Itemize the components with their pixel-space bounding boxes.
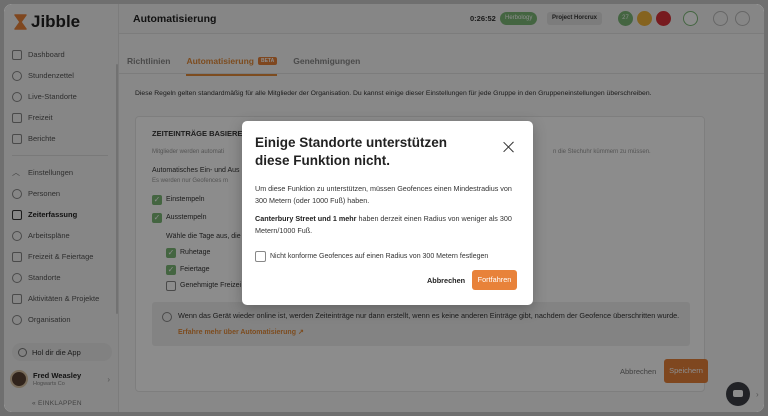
dialog-cancel-button[interactable]: Abbrechen — [427, 276, 465, 285]
dialog-paragraph-2: Canterbury Street und 1 mehr haben derze… — [255, 214, 512, 235]
set-radius-label[interactable]: Nicht konforme Geofences auf einen Radiu… — [270, 253, 488, 260]
dialog-title: Einige Standorte unterstützen diese Funk… — [255, 135, 448, 168]
unsupported-locations-dialog: Einige Standorte unterstützen diese Funk… — [242, 121, 533, 305]
continue-button[interactable]: Fortfahren — [472, 270, 517, 290]
dialog-paragraph-1: Um diese Funktion zu unterstützen, müsse… — [255, 184, 512, 205]
affected-locations: Canterbury Street und 1 mehr — [255, 214, 357, 223]
close-icon[interactable] — [503, 141, 515, 153]
set-radius-checkbox[interactable] — [255, 251, 266, 262]
app-window: Jibble Dashboard Stundenzettel Live-Stan… — [4, 4, 764, 412]
